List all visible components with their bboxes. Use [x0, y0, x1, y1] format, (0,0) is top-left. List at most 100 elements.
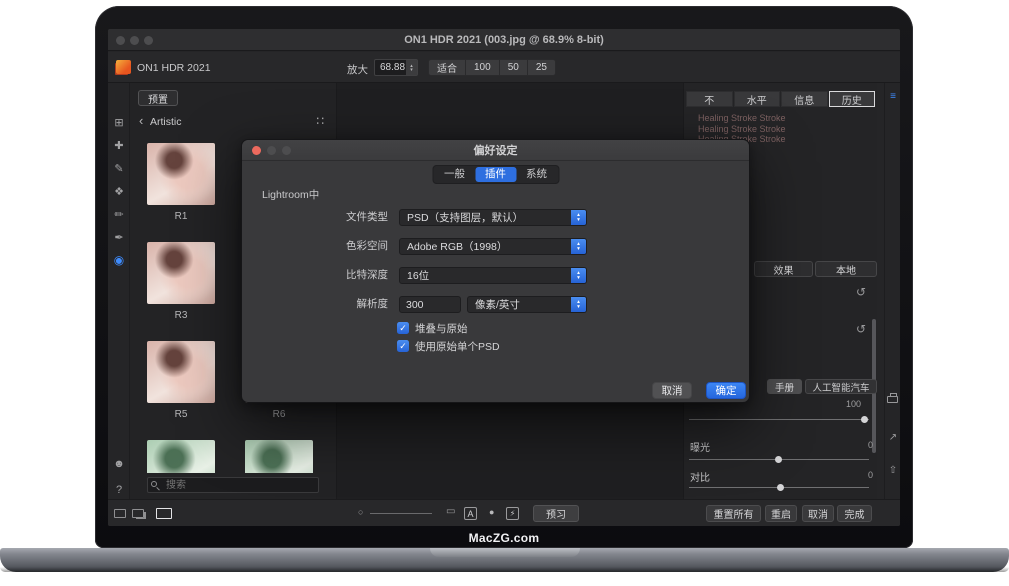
- share-icon[interactable]: ↗: [885, 432, 900, 443]
- preview-button[interactable]: 预习: [533, 505, 579, 522]
- stack-with-original-checkbox[interactable]: ✓: [397, 322, 409, 334]
- mask-brush-tool-icon[interactable]: ✎: [108, 159, 130, 177]
- zoom-25-button[interactable]: 25: [528, 60, 555, 75]
- stepper-down-icon: ▾: [410, 68, 413, 72]
- dialog-minimize-icon[interactable]: [267, 146, 276, 155]
- slider-knob[interactable]: [861, 416, 868, 423]
- tab-general[interactable]: 一般: [434, 167, 475, 182]
- preset-category-label[interactable]: Artistic: [150, 116, 182, 128]
- tool-strip: ⊞ ✚ ✎ ❖ ✏ ✒ ◉ ☻ ?: [108, 83, 130, 499]
- search-input[interactable]: [147, 477, 319, 493]
- tab-none[interactable]: 不: [686, 91, 733, 107]
- main-toolbar: ON1 HDR 2021 放大 68.88 ▴ ▾ 适合 100 50 25: [108, 52, 900, 83]
- dialog-titlebar: 偏好设定: [242, 140, 749, 161]
- close-window-icon[interactable]: [116, 36, 125, 45]
- contrast-label: 对比: [690, 469, 710, 484]
- effects-button[interactable]: 效果: [754, 261, 813, 277]
- local-button[interactable]: 本地: [815, 261, 877, 277]
- exposure-label: 曝光: [690, 439, 710, 454]
- color-space-select[interactable]: Adobe RGB（1998） ▴▾: [399, 238, 587, 255]
- popup-arrows-icon: ▴▾: [571, 297, 586, 312]
- quick-preview-icon[interactable]: ⚡: [506, 507, 519, 520]
- resolution-input[interactable]: [399, 296, 461, 313]
- export-icon[interactable]: ⇧: [885, 465, 900, 476]
- tab-plugins[interactable]: 插件: [475, 167, 516, 182]
- dialog-title: 偏好设定: [474, 142, 518, 158]
- zoom-value-input[interactable]: 68.88 ▴ ▾: [374, 59, 418, 76]
- app-name: ON1 HDR 2021: [137, 62, 211, 74]
- color-space-label: 色彩空间: [242, 238, 388, 255]
- bit-depth-select[interactable]: 16位 ▴▾: [399, 267, 587, 284]
- help-icon[interactable]: ?: [108, 481, 130, 499]
- done-button[interactable]: 完成: [837, 505, 872, 522]
- portrait-tool-icon[interactable]: ☻: [108, 455, 130, 473]
- slider-knob[interactable]: [775, 456, 782, 463]
- bit-depth-value: 16位: [407, 268, 429, 283]
- dialog-zoom-icon[interactable]: [282, 146, 291, 155]
- slider-knob[interactable]: [777, 484, 784, 491]
- popup-arrows-icon: ▴▾: [571, 268, 586, 283]
- dual-view-icon[interactable]: [132, 509, 144, 518]
- manual-button[interactable]: 手册: [767, 379, 802, 394]
- history-item[interactable]: Healing Stroke Stroke: [698, 124, 786, 135]
- undo-icon[interactable]: ↺: [856, 286, 866, 298]
- compare-icon[interactable]: ▭: [446, 506, 455, 517]
- preview-opacity-slider[interactable]: [370, 513, 432, 514]
- filmstrip-view-icon[interactable]: [156, 508, 172, 519]
- file-type-select[interactable]: PSD（支持图层，默认） ▴▾: [399, 209, 587, 226]
- right-icon-strip: ≡ ↗ ⇧: [884, 83, 900, 499]
- print-icon[interactable]: [887, 396, 898, 403]
- exposure-slider[interactable]: [689, 459, 869, 460]
- grid-view-icon[interactable]: ∷: [316, 114, 324, 128]
- opacity-dot-icon[interactable]: ○: [358, 507, 363, 517]
- zoom-tool-icon[interactable]: ◉: [108, 251, 130, 269]
- lightroom-section-label: Lightroom中: [262, 187, 319, 202]
- dialog-tabs: 一般 插件 系统: [432, 165, 559, 184]
- contrast-slider[interactable]: [689, 487, 869, 488]
- search-icon: [151, 481, 157, 487]
- right-panel-tabs: 不 水平 信息 历史: [686, 91, 875, 107]
- reset-all-button[interactable]: 重置所有: [706, 505, 761, 522]
- zoom-fit-button[interactable]: 适合: [429, 60, 466, 75]
- zoom-window-icon[interactable]: [144, 36, 153, 45]
- zoom-preset-group: 适合 100 50 25: [428, 59, 556, 76]
- move-tool-icon[interactable]: ✚: [108, 136, 130, 154]
- dialog-cancel-button[interactable]: 取消: [652, 382, 692, 399]
- restart-button[interactable]: 重启: [765, 505, 797, 522]
- stack-with-original-row: ✓ 堆叠与原始: [397, 321, 468, 335]
- back-chevron-icon[interactable]: ‹: [139, 113, 143, 128]
- cancel-button[interactable]: 取消: [802, 505, 834, 522]
- amount-slider[interactable]: [689, 419, 869, 420]
- tab-levels[interactable]: 水平: [734, 91, 781, 107]
- tab-info[interactable]: 信息: [781, 91, 828, 107]
- minimize-window-icon[interactable]: [130, 36, 139, 45]
- tab-history[interactable]: 历史: [829, 91, 876, 107]
- text-tool-icon[interactable]: A: [464, 507, 477, 520]
- ai-auto-button[interactable]: 人工智能汽车: [805, 379, 877, 394]
- mask-view-icon[interactable]: ●: [489, 507, 494, 517]
- zoom-50-button[interactable]: 50: [500, 60, 528, 75]
- use-original-psd-checkbox[interactable]: ✓: [397, 340, 409, 352]
- search-row: [130, 473, 336, 499]
- gradient-tool-icon[interactable]: ❖: [108, 182, 130, 200]
- preset-thumbnail[interactable]: [147, 143, 215, 205]
- brush-tool-icon[interactable]: ✏: [108, 205, 130, 223]
- tab-system[interactable]: 系统: [516, 167, 557, 182]
- zoom-100-button[interactable]: 100: [466, 60, 500, 75]
- adjustments-icon[interactable]: ≡: [885, 91, 900, 102]
- stack-with-original-label: 堆叠与原始: [415, 321, 468, 336]
- presets-button[interactable]: 预置: [138, 90, 178, 106]
- dialog-ok-button[interactable]: 确定: [706, 382, 746, 399]
- preset-thumbnail[interactable]: [147, 242, 215, 304]
- preset-thumbnail[interactable]: [147, 341, 215, 403]
- history-item[interactable]: Healing Stroke Stroke: [698, 113, 786, 124]
- dialog-close-icon[interactable]: [252, 146, 261, 155]
- resolution-unit-select[interactable]: 像素/英寸 ▴▾: [467, 296, 587, 313]
- zoom-value: 68.88: [380, 62, 405, 73]
- amount-value: 100: [846, 399, 861, 409]
- single-view-icon[interactable]: [114, 509, 126, 518]
- pen-tool-icon[interactable]: ✒: [108, 228, 130, 246]
- undo-icon[interactable]: ↺: [856, 323, 866, 335]
- crop-tool-icon[interactable]: ⊞: [108, 113, 130, 131]
- zoom-stepper-icon[interactable]: ▴ ▾: [406, 60, 417, 75]
